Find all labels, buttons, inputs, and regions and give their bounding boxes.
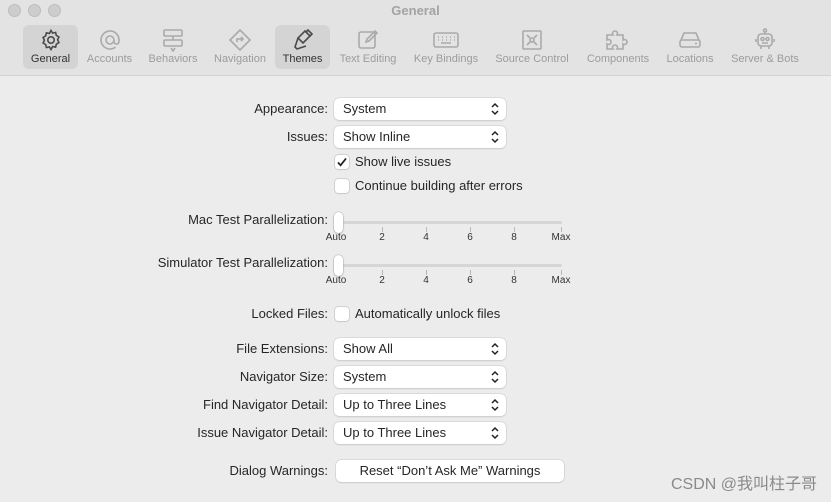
tab-source-control[interactable]: Source Control xyxy=(490,25,574,69)
tab-navigation[interactable]: Navigation xyxy=(209,25,271,69)
slider-tick-label: 6 xyxy=(467,275,473,286)
tab-themes[interactable]: Themes xyxy=(275,25,330,69)
brush-icon xyxy=(293,28,313,50)
watermark: CSDN @我叫柱子哥 xyxy=(670,476,817,493)
mac-parallelization-label: Mac Test Parallelization: xyxy=(188,212,328,227)
tab-components[interactable]: Components xyxy=(580,25,656,69)
tab-text-editing[interactable]: Text Editing xyxy=(334,25,402,69)
pencil-icon xyxy=(358,29,379,49)
show-live-issues-checkbox[interactable] xyxy=(335,155,349,169)
simulator-parallelization-label: Simulator Test Parallelization: xyxy=(157,255,328,270)
source-control-icon xyxy=(522,30,542,50)
tab-label: Locations xyxy=(666,53,714,65)
robot-icon xyxy=(755,28,775,49)
tab-label: Behaviors xyxy=(148,53,198,65)
find-navigator-detail-popup[interactable]: Up to Three Lines xyxy=(334,394,506,416)
slider-tick-label: Max xyxy=(551,275,571,286)
slider-tick-label: 2 xyxy=(379,232,385,243)
file-extensions-popup[interactable]: Show All xyxy=(334,338,506,360)
simulator-parallelization-slider[interactable]: Auto 2 4 6 8 Max xyxy=(326,255,570,288)
issue-navigator-detail-label: Issue Navigator Detail: xyxy=(197,425,328,440)
slider-tick-label: Max xyxy=(551,232,571,243)
chevron-updown-icon xyxy=(491,102,499,116)
appearance-popup[interactable]: System xyxy=(334,98,506,120)
mac-parallelization-slider[interactable]: Auto 2 4 6 8 Max xyxy=(326,212,570,245)
reset-warnings-button[interactable]: Reset “Don’t Ask Me” Warnings xyxy=(336,460,564,482)
find-navigator-detail-value: Up to Three Lines xyxy=(343,397,447,412)
file-extensions-label: File Extensions: xyxy=(236,341,328,356)
slider-tick-label: Auto xyxy=(325,232,347,243)
chevron-updown-icon xyxy=(491,426,499,440)
slider-tick-label: 2 xyxy=(379,275,385,286)
tab-label: General xyxy=(30,53,71,65)
tab-label: Server & Bots xyxy=(731,53,799,65)
gear-icon xyxy=(41,28,60,52)
slider-tick-label: Auto xyxy=(325,275,347,286)
tab-accounts[interactable]: Accounts xyxy=(82,25,137,69)
navigator-size-label: Navigator Size: xyxy=(239,369,328,384)
tab-label: Accounts xyxy=(86,53,133,65)
tab-label: Themes xyxy=(282,53,323,65)
slider-knob[interactable] xyxy=(334,212,343,233)
issues-value: Show Inline xyxy=(343,129,411,144)
navigator-size-value: System xyxy=(343,369,387,384)
tab-behaviors[interactable]: Behaviors xyxy=(143,25,203,69)
slider-knob[interactable] xyxy=(334,255,343,276)
tab-general[interactable]: General xyxy=(23,25,78,69)
appearance-value: System xyxy=(343,101,387,116)
behaviors-icon xyxy=(163,29,183,52)
title-bar: General General Accounts Behaviors Navig… xyxy=(0,0,831,76)
tab-label: Source Control xyxy=(495,53,569,65)
at-icon xyxy=(99,30,120,50)
unlock-files-label: Automatically unlock files xyxy=(355,306,501,321)
appearance-label: Appearance: xyxy=(254,101,328,116)
navigation-icon xyxy=(228,28,252,52)
chevron-updown-icon xyxy=(491,398,499,412)
chevron-updown-icon xyxy=(491,342,499,356)
slider-tick-label: 6 xyxy=(467,232,473,243)
show-live-issues-label: Show live issues xyxy=(355,154,452,169)
tab-locations[interactable]: Locations xyxy=(662,25,718,69)
continue-building-checkbox[interactable] xyxy=(335,179,349,193)
tab-label: Components xyxy=(586,53,650,65)
unlock-files-checkbox[interactable] xyxy=(335,307,349,321)
continue-building-label: Continue building after errors xyxy=(355,178,523,193)
slider-tick-label: 4 xyxy=(423,232,429,243)
tab-label: Key Bindings xyxy=(413,53,479,65)
keyboard-icon xyxy=(433,32,459,48)
chevron-updown-icon xyxy=(491,370,499,384)
file-extensions-value: Show All xyxy=(343,341,393,356)
tab-label: Text Editing xyxy=(339,53,397,65)
find-navigator-detail-label: Find Navigator Detail: xyxy=(203,397,328,412)
tab-server-bots[interactable]: Server & Bots xyxy=(724,25,806,69)
tab-key-bindings[interactable]: Key Bindings xyxy=(408,25,484,69)
slider-track xyxy=(338,221,562,224)
window-title: General xyxy=(391,3,440,18)
preferences-window: General General Accounts Behaviors Navig… xyxy=(0,0,831,502)
issues-label: Issues: xyxy=(286,129,328,144)
drive-icon xyxy=(679,32,701,48)
slider-tick-label: 8 xyxy=(511,275,517,286)
issue-navigator-detail-popup[interactable]: Up to Three Lines xyxy=(334,422,506,444)
puzzle-icon xyxy=(606,30,628,50)
navigator-size-popup[interactable]: System xyxy=(334,366,506,388)
checkmark-icon xyxy=(337,157,347,167)
issue-navigator-detail-value: Up to Three Lines xyxy=(343,425,447,440)
issues-popup[interactable]: Show Inline xyxy=(334,126,506,148)
slider-track xyxy=(338,264,562,267)
chevron-updown-icon xyxy=(491,130,499,144)
tab-label: Navigation xyxy=(214,53,266,65)
slider-tick-label: 4 xyxy=(423,275,429,286)
dialog-warnings-label: Dialog Warnings: xyxy=(229,463,328,478)
locked-files-label: Locked Files: xyxy=(251,306,328,321)
slider-tick-label: 8 xyxy=(511,232,517,243)
